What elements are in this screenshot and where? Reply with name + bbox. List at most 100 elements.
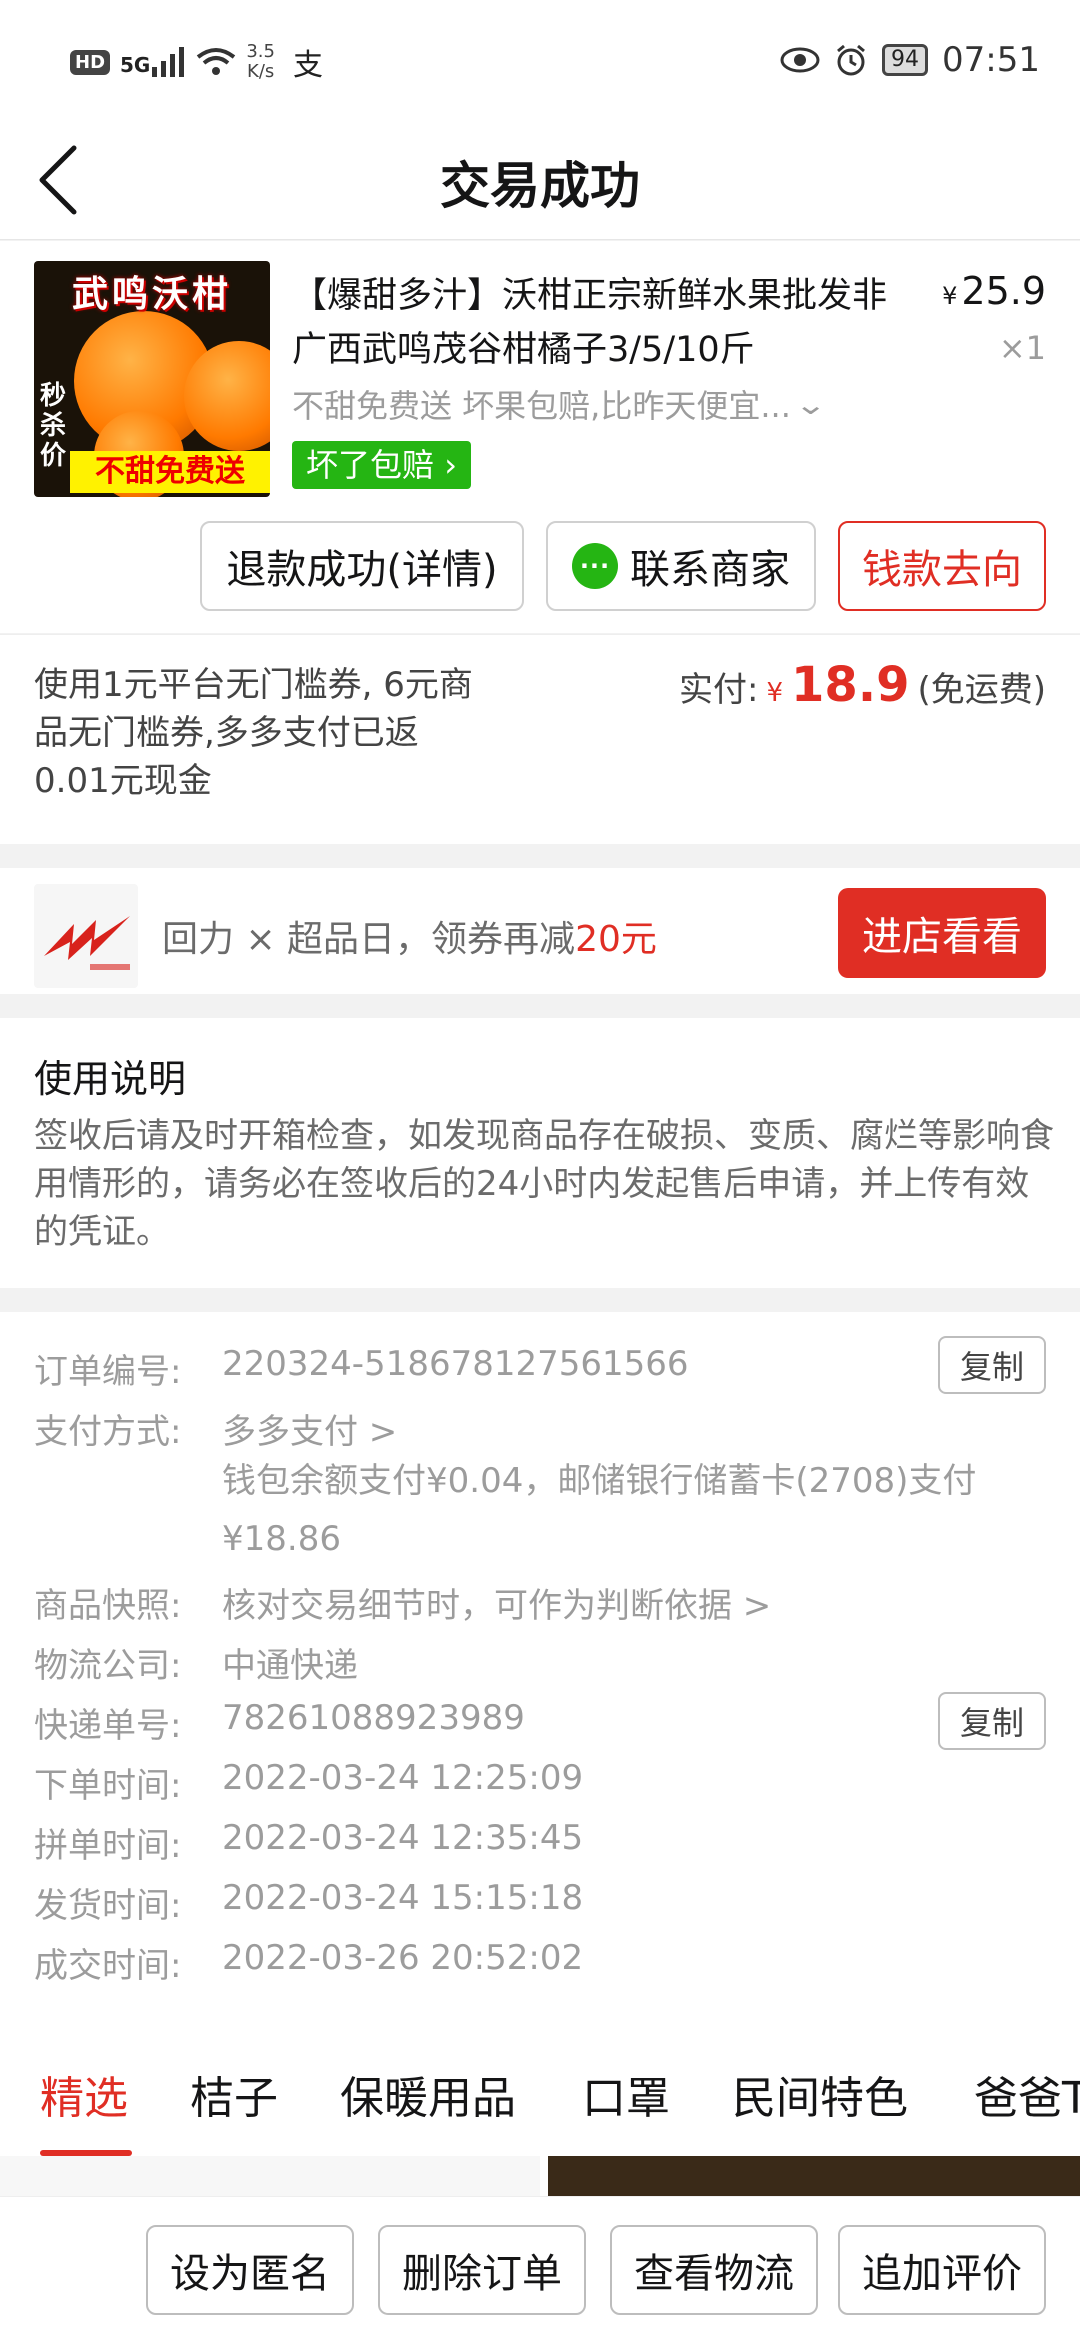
product-spec[interactable]: 不甜免费送 坏果包赔,比昨天便宜... ⌄: [292, 381, 912, 427]
battery-icon: 94: [882, 44, 929, 76]
deal-time-row: 成交时间: 2022-03-26 20:52:02: [34, 1938, 583, 1987]
refund-label: 退款成功(详情): [226, 547, 498, 593]
logistics-row: 物流公司: 中通快递: [34, 1638, 358, 1687]
paid-amount: 实付: ¥ 18.9 (免运费): [679, 657, 1046, 713]
promo-text-prefix: 回力 × 超品日，领券再减: [162, 919, 576, 960]
group-time-row: 拼单时间: 2022-03-24 12:35:45: [34, 1818, 583, 1867]
visit-store-button[interactable]: 进店看看: [838, 888, 1046, 978]
promo-text: 回力 × 超品日，领券再减20元: [162, 910, 657, 962]
deal-time-label: 成交时间:: [34, 1946, 182, 1986]
bottom-action-bar: 设为匿名 删除订单 查看物流 追加评价: [0, 2196, 1080, 2340]
alarm-icon: [837, 44, 865, 76]
alipay-icon: 支: [293, 48, 323, 83]
net-speed-unit: K/s: [247, 61, 275, 82]
price-currency: ¥: [942, 282, 958, 310]
order-time: 2022-03-24 12:25:09: [222, 1758, 584, 1798]
order-number: 220324-518678127561566: [222, 1344, 689, 1384]
tab-warm-goods[interactable]: 保暖用品: [340, 2062, 516, 2126]
review-label: 追加评价: [862, 2251, 1022, 2297]
pay-detail-line2: ¥18.86: [222, 1519, 341, 1559]
status-bar: HD 5G 3.5 K/s 支 94 07:51: [0, 0, 1080, 120]
signal-bars-icon: [152, 47, 185, 77]
image-top-text: 武鸣沃柑: [71, 274, 232, 315]
pay-method-row[interactable]: 支付方式: 多多支付 >: [34, 1404, 397, 1453]
delete-label: 删除订单: [402, 2251, 562, 2297]
recommendation-strip: [0, 2156, 1080, 2196]
tab-oranges[interactable]: 桔子: [190, 2062, 278, 2126]
tracking-row: 快递单号: 78261088923989: [34, 1698, 525, 1747]
pay-method: 多多支付 >: [222, 1412, 398, 1452]
deal-time: 2022-03-26 20:52:02: [222, 1938, 584, 1978]
signal-label: 5G: [120, 53, 151, 77]
net-speed-value: 3.5: [246, 41, 275, 62]
category-tabs: 精选 桔子 保暖用品 口罩 民间特色 爸爸T: [0, 2016, 1080, 2156]
product-quantity: ×1: [998, 329, 1046, 367]
pay-method-label: 支付方式:: [34, 1412, 182, 1452]
shipping-note: (免运费): [917, 670, 1046, 710]
signal-icon: 5G: [120, 47, 186, 77]
status-right: 94 07:51: [780, 40, 1040, 80]
anonymous-label: 设为匿名: [170, 2251, 330, 2297]
tab-folk-specialties[interactable]: 民间特色: [732, 2062, 908, 2126]
net-speed: 3.5 K/s: [246, 42, 275, 82]
hd-icon: HD: [70, 49, 111, 75]
chevron-down-icon: ⌄: [794, 387, 828, 421]
usage-instructions: 使用说明 签收后请及时开箱检查，如发现商品存在破损、变质、腐烂等影响食用情形的，…: [0, 1018, 1080, 1288]
brand-logo: [34, 884, 138, 988]
order-time-label: 下单时间:: [34, 1766, 182, 1806]
recommendation-item[interactable]: [0, 2156, 540, 2196]
guarantee-badge[interactable]: 坏了包赔 ›: [292, 441, 471, 489]
nav-bar: 交易成功: [0, 120, 1080, 240]
tracking-label: 快递单号:: [34, 1706, 182, 1746]
product-title[interactable]: 【爆甜多汁】沃柑正宗新鲜水果批发非广西武鸣茂谷柑橘子3/5/10斤: [292, 269, 912, 377]
logistics-label-btn: 查看物流: [634, 2251, 794, 2297]
tab-masks[interactable]: 口罩: [582, 2062, 670, 2126]
wifi-icon: [197, 48, 236, 75]
ship-time-row: 发货时间: 2022-03-24 15:15:18: [34, 1878, 583, 1927]
page-title: 交易成功: [440, 157, 640, 215]
badge-label: 坏了包赔: [306, 446, 435, 484]
delete-order-button[interactable]: 删除订单: [378, 2225, 586, 2315]
product-card: 武鸣沃柑 秒杀价 不甜免费送 【爆甜多汁】沃柑正宗新鲜水果批发非广西武鸣茂谷柑橘…: [0, 241, 1080, 633]
group-time-label: 拼单时间:: [34, 1826, 182, 1866]
product-price: ¥25.9: [942, 269, 1046, 313]
pay-detail: 钱包余额支付¥0.04，邮储银行储蓄卡(2708)支付 ¥18.86: [222, 1452, 1042, 1568]
copy-order-number-button[interactable]: 复制: [938, 1336, 1046, 1394]
contact-merchant-button[interactable]: ··· 联系商家: [546, 521, 816, 611]
group-time: 2022-03-24 12:35:45: [222, 1818, 584, 1858]
recommendation-item[interactable]: [548, 2156, 1080, 2196]
order-number-row: 订单编号: 220324-518678127561566: [34, 1344, 689, 1393]
tab-featured[interactable]: 精选: [40, 2062, 128, 2126]
ship-time: 2022-03-24 15:15:18: [222, 1878, 584, 1918]
tracking-number: 78261088923989: [222, 1698, 525, 1738]
view-logistics-button[interactable]: 查看物流: [610, 2225, 818, 2315]
status-left: HD 5G 3.5 K/s 支: [70, 40, 323, 84]
money-flow-label: 钱款去向: [862, 547, 1022, 593]
snapshot-row[interactable]: 商品快照: 核对交易细节时，可作为判断依据 >: [34, 1578, 771, 1627]
clock: 07:51: [942, 40, 1040, 80]
payment-summary: 使用1元平台无门槛券, 6元商品无门槛券,多多支付已返0.01元现金 实付: ¥…: [0, 634, 1080, 844]
copy-tracking-button[interactable]: 复制: [938, 1692, 1046, 1750]
logistics-label: 物流公司:: [34, 1646, 182, 1686]
paid-label: 实付:: [679, 670, 759, 710]
money-flow-button[interactable]: 钱款去向: [838, 521, 1046, 611]
image-bottom-text: 不甜免费送: [70, 451, 270, 493]
eye-icon: [780, 47, 820, 73]
usage-body: 签收后请及时开箱检查，如发现商品存在破损、变质、腐烂等影响食用情形的，请务必在签…: [34, 1116, 1054, 1252]
refund-detail-button[interactable]: 退款成功(详情): [200, 521, 524, 611]
snapshot-label: 商品快照:: [34, 1586, 182, 1626]
snapshot: 核对交易细节时，可作为判断依据 >: [222, 1586, 772, 1626]
paid-value: 18.9: [791, 657, 910, 713]
pay-detail-line1: 钱包余额支付¥0.04，邮储银行储蓄卡(2708)支付: [222, 1461, 977, 1501]
promo-highlight: 20元: [575, 919, 657, 960]
payment-description: 使用1元平台无门槛券, 6元商品无门槛券,多多支付已返0.01元现金: [34, 665, 473, 801]
product-image[interactable]: 武鸣沃柑 秒杀价 不甜免费送: [34, 261, 270, 497]
set-anonymous-button[interactable]: 设为匿名: [146, 2225, 354, 2315]
order-number-label: 订单编号:: [34, 1352, 182, 1392]
chat-icon: ···: [572, 543, 618, 589]
add-review-button[interactable]: 追加评价: [838, 2225, 1046, 2315]
tab-dad-t[interactable]: 爸爸T: [974, 2062, 1080, 2126]
promo-banner[interactable]: 回力 × 超品日，领券再减20元 进店看看: [0, 868, 1080, 994]
paid-currency: ¥: [766, 678, 784, 708]
price-value: 25.9: [961, 269, 1046, 313]
